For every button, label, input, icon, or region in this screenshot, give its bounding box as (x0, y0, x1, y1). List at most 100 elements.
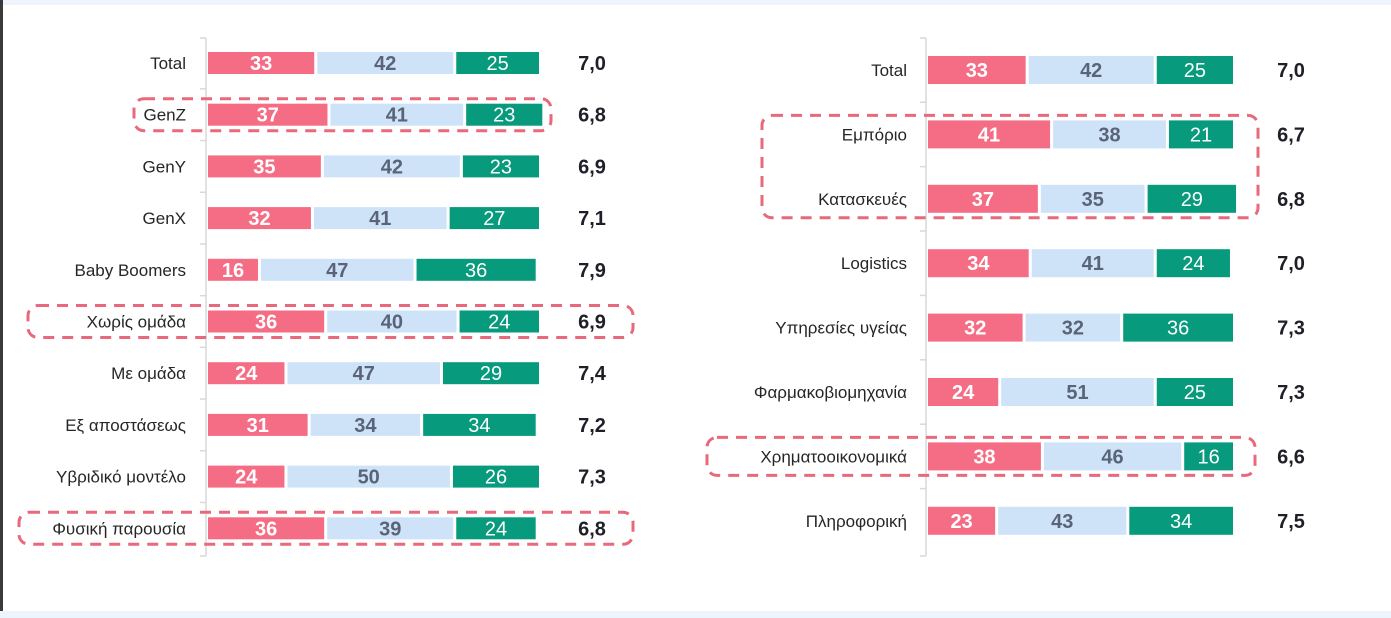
mean-score-label: 6,7 (1277, 124, 1305, 146)
category-label: Εμπόριο (842, 125, 907, 144)
bar-value-label-positive: 24 (488, 312, 510, 334)
category-label: Baby Boomers (75, 261, 187, 280)
mean-score-label: 6,9 (578, 156, 606, 178)
category-label: Υπηρεσίες υγείας (775, 319, 907, 338)
bar-value-label-positive: 29 (480, 363, 502, 385)
bar-value-label-positive: 34 (468, 415, 490, 437)
mean-score-label: 7,0 (1277, 60, 1305, 82)
bar-value-label-negative: 38 (973, 446, 995, 468)
bar-value-label-positive: 36 (1167, 318, 1189, 340)
bar-value-label-negative: 31 (247, 415, 269, 437)
mean-score-label: 6,8 (578, 518, 606, 540)
category-label: Φαρμακοβιομηχανία (754, 383, 907, 402)
mean-score-label: 7,3 (1277, 382, 1305, 404)
bar-row: Χρηματοοικονομικά 38 46 16 6,6 (760, 442, 1305, 471)
category-label: Total (871, 61, 907, 80)
bar-value-label-positive: 23 (490, 156, 512, 178)
mean-score-label: 7,1 (578, 208, 606, 230)
bar-row: Χωρίς ομάδα 36 40 24 6,9 (87, 310, 606, 334)
category-label: Πληροφορική (806, 512, 907, 531)
bar-value-label-neutral: 43 (1051, 511, 1073, 533)
bar-value-label-neutral: 50 (358, 467, 380, 489)
bar-value-label-neutral: 34 (354, 415, 377, 437)
mean-score-label: 6,6 (1277, 446, 1305, 468)
bar-value-label-negative: 35 (253, 156, 275, 178)
bar-value-label-negative: 34 (967, 253, 990, 275)
bar-value-label-negative: 33 (250, 53, 272, 75)
bar-value-label-positive: 23 (493, 105, 515, 127)
bar-value-label-negative: 24 (235, 467, 258, 489)
mean-score-label: 6,8 (578, 105, 606, 127)
bar-value-label-positive: 26 (485, 467, 507, 489)
bar-value-label-neutral: 42 (1080, 60, 1102, 82)
bar-value-label-negative: 32 (248, 208, 270, 230)
chart-right-sectors: Total 33 42 25 7,0 Εμπόριο 41 38 21 6,7 Κατασκευές… (705, 37, 1305, 557)
bar-row: Υπηρεσίες υγείας 32 32 36 7,3 (775, 313, 1305, 342)
category-label: Φυσική παρουσία (52, 519, 186, 538)
bar-value-label-neutral: 32 (1062, 318, 1084, 340)
bar-row: GenY 35 42 23 6,9 (143, 155, 606, 178)
bar-value-label-neutral: 47 (353, 363, 375, 385)
bar-row: Εξ αποστάσεως 31 34 34 7,2 (65, 413, 606, 437)
bar-value-label-negative: 32 (964, 318, 986, 340)
bar-row: GenZ 37 41 23 6,8 (143, 103, 606, 127)
category-label: Χρηματοοικονομικά (760, 447, 907, 466)
bar-row: Total 33 42 25 7,0 (871, 56, 1305, 84)
bar-row: Εμπόριο 41 38 21 6,7 (842, 120, 1305, 149)
bar-row: Κατασκευές 37 35 29 6,8 (818, 184, 1305, 213)
mean-score-label: 7,9 (578, 260, 606, 282)
mean-score-label: 7,0 (1277, 253, 1305, 275)
bar-value-label-positive: 21 (1190, 124, 1212, 146)
bar-value-label-positive: 25 (1184, 382, 1206, 404)
category-label: Logistics (841, 254, 907, 273)
bar-value-label-positive: 34 (1170, 511, 1192, 533)
bar-value-label-neutral: 46 (1101, 446, 1123, 468)
bar-value-label-negative: 37 (972, 189, 994, 211)
category-label: Κατασκευές (818, 190, 907, 209)
bar-value-label-neutral: 41 (1082, 253, 1104, 275)
bar-row: Φυσική παρουσία 36 39 24 6,8 (52, 517, 606, 540)
mean-score-label: 6,9 (578, 312, 606, 334)
bar-row: Φαρμακοβιομηχανία 24 51 25 7,3 (754, 378, 1305, 406)
mean-score-label: 6,8 (1277, 189, 1305, 211)
bar-value-label-positive: 16 (1197, 446, 1219, 468)
bar-value-label-neutral: 47 (326, 260, 348, 282)
chart-left-demographics: Total 33 42 25 7,0 GenZ 37 41 23 6,8 GenY 35 42 23 6,9… (17, 37, 635, 557)
bar-value-label-neutral: 51 (1066, 382, 1088, 404)
bar-value-label-neutral: 42 (381, 156, 403, 178)
bar-row: Υβριδικό μοντέλο 24 50 26 7,3 (56, 465, 606, 489)
category-label: GenY (143, 157, 186, 176)
bar-value-label-negative: 37 (257, 105, 279, 127)
bar-value-label-positive: 24 (1182, 253, 1204, 275)
category-label: GenZ (143, 106, 186, 125)
bar-row: GenX 32 41 27 7,1 (143, 207, 606, 230)
bar-value-label-negative: 33 (966, 60, 988, 82)
category-label: Υβριδικό μοντέλο (56, 468, 186, 487)
mean-score-label: 7,0 (578, 53, 606, 75)
category-label: GenX (143, 209, 186, 228)
bar-row: Total 33 42 25 7,0 (150, 52, 606, 75)
bar-value-label-negative: 41 (978, 124, 1000, 146)
bar-value-label-positive: 29 (1181, 189, 1203, 211)
charts-canvas: Total 33 42 25 7,0 GenZ 37 41 23 6,8 GenY 35 42 23 6,9… (17, 37, 1305, 557)
mean-score-label: 7,4 (578, 363, 607, 385)
bar-row: Με ομάδα 24 47 29 7,4 (111, 362, 607, 385)
bar-value-label-negative: 16 (222, 260, 244, 282)
bar-row: Baby Boomers 16 47 36 7,9 (75, 258, 606, 282)
bar-value-label-negative: 24 (952, 382, 975, 404)
bar-value-label-positive: 25 (1184, 60, 1206, 82)
bar-value-label-negative: 23 (950, 511, 972, 533)
category-label: Με ομάδα (111, 364, 186, 383)
category-label: Total (150, 54, 186, 73)
bar-value-label-neutral: 38 (1098, 124, 1120, 146)
bar-value-label-positive: 25 (487, 53, 509, 75)
bar-value-label-negative: 36 (255, 518, 277, 540)
bar-row: Logistics 34 41 24 7,0 (841, 249, 1305, 278)
bar-value-label-positive: 24 (485, 518, 507, 540)
bar-value-label-neutral: 40 (381, 312, 403, 334)
bar-value-label-neutral: 42 (374, 53, 396, 75)
bar-row: Πληροφορική 23 43 34 7,5 (806, 506, 1305, 535)
bar-value-label-neutral: 39 (379, 518, 401, 540)
bar-value-label-neutral: 35 (1082, 189, 1104, 211)
bar-value-label-neutral: 41 (369, 208, 391, 230)
